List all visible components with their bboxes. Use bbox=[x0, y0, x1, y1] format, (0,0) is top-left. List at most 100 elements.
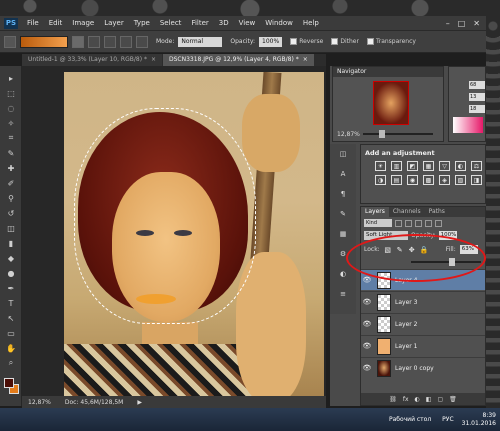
linear-gradient-button[interactable] bbox=[72, 35, 84, 48]
menu-help[interactable]: Help bbox=[298, 19, 324, 27]
layer-name[interactable]: Layer 2 bbox=[395, 321, 417, 328]
layer-row[interactable]: 👁 Layer 0 copy bbox=[361, 357, 485, 378]
transparency-option[interactable]: Transparency bbox=[366, 38, 416, 45]
foreground-color-swatch[interactable] bbox=[4, 378, 14, 388]
adjustment-icon[interactable]: ☀ bbox=[375, 161, 386, 171]
navigator-zoom-slider[interactable] bbox=[363, 133, 433, 135]
menu-select[interactable]: Select bbox=[155, 19, 187, 27]
close-button[interactable]: ✕ bbox=[473, 19, 480, 28]
status-menu-arrow-icon[interactable]: ▶ bbox=[137, 399, 142, 406]
marquee-icon[interactable]: ⬚ bbox=[4, 87, 18, 99]
navigator-title[interactable]: Navigator bbox=[333, 67, 443, 77]
gradient-picker[interactable] bbox=[20, 35, 68, 48]
type-filter-icon[interactable] bbox=[415, 219, 422, 227]
eyedropper-icon[interactable]: ✎ bbox=[4, 147, 18, 159]
canvas-area[interactable] bbox=[22, 66, 326, 396]
panel-toggle-icon[interactable]: ◐ bbox=[337, 270, 349, 280]
info-value-r[interactable]: 68 bbox=[469, 81, 485, 89]
menu-layer[interactable]: Layer bbox=[99, 19, 129, 27]
info-value-b[interactable]: 18 bbox=[469, 105, 485, 113]
shape-filter-icon[interactable] bbox=[425, 219, 432, 227]
tool-preset-picker[interactable] bbox=[4, 35, 16, 48]
panel-toggle-icon[interactable]: A bbox=[337, 170, 349, 180]
menu-filter[interactable]: Filter bbox=[186, 19, 213, 27]
adjustment-icon[interactable]: ▦ bbox=[423, 161, 434, 171]
reflected-gradient-button[interactable] bbox=[120, 35, 132, 48]
hand-icon[interactable]: ✋ bbox=[4, 342, 18, 354]
tab-untitled-1[interactable]: Untitled-1 @ 33,3% (Layer 10, RGB/8) * × bbox=[22, 54, 162, 66]
menu-window[interactable]: Window bbox=[260, 19, 298, 27]
close-icon[interactable]: × bbox=[303, 56, 308, 63]
lasso-icon[interactable]: ◌ bbox=[4, 102, 18, 114]
close-icon[interactable]: × bbox=[151, 56, 156, 63]
blur-icon[interactable]: ◆ bbox=[4, 252, 18, 264]
layer-mask-icon[interactable]: ◐ bbox=[415, 396, 420, 403]
system-clock[interactable]: 8:39 31.01.2016 bbox=[462, 412, 496, 428]
path-select-icon[interactable]: ↖ bbox=[4, 312, 18, 324]
menu-edit[interactable]: Edit bbox=[44, 19, 68, 27]
desktop-toolbar[interactable]: Рабочий стол bbox=[386, 416, 434, 423]
quick-select-icon[interactable]: ✧ bbox=[4, 117, 18, 129]
document-photo[interactable] bbox=[64, 72, 324, 396]
layer-row[interactable]: 👁 Layer 1 bbox=[361, 335, 485, 356]
navigator-zoom[interactable]: 12,87% bbox=[337, 131, 360, 138]
panel-toggle-icon[interactable]: ¶ bbox=[337, 190, 349, 200]
adjustment-icon[interactable]: ▥ bbox=[391, 161, 402, 171]
adjustment-icon[interactable]: ◑ bbox=[375, 175, 386, 185]
language-indicator[interactable]: РУС bbox=[439, 416, 456, 423]
crop-icon[interactable]: ⌗ bbox=[4, 132, 18, 144]
opacity-field[interactable]: 100% bbox=[259, 36, 283, 47]
tab-layers[interactable]: Layers bbox=[361, 207, 389, 217]
menu-3d[interactable]: 3D bbox=[214, 19, 234, 27]
tab-dscn3318[interactable]: DSCN3318.JPG @ 12,9% (Layer 4, RGB/8) * × bbox=[162, 54, 314, 66]
adjustment-icon[interactable]: ▤ bbox=[391, 175, 402, 185]
panel-toggle-icon[interactable]: ≡ bbox=[337, 290, 349, 300]
move-icon[interactable]: ▸ bbox=[4, 72, 18, 84]
minimize-button[interactable]: – bbox=[446, 19, 450, 28]
adjustment-layer-icon[interactable]: ◧ bbox=[426, 396, 432, 403]
history-brush-icon[interactable]: ↺ bbox=[4, 207, 18, 219]
type-icon[interactable]: T bbox=[4, 297, 18, 309]
adjustment-icon[interactable]: ▽ bbox=[439, 161, 450, 171]
reverse-option[interactable]: Reverse bbox=[290, 38, 323, 45]
visibility-eye-icon[interactable]: 👁 bbox=[361, 276, 373, 284]
layer-thumbnail[interactable] bbox=[377, 315, 391, 333]
eraser-icon[interactable]: ◫ bbox=[4, 222, 18, 234]
layer-thumbnail[interactable] bbox=[377, 359, 391, 377]
layer-name[interactable]: Layer 0 copy bbox=[395, 365, 434, 372]
link-layers-icon[interactable]: ⛓ bbox=[389, 396, 397, 403]
visibility-eye-icon[interactable]: 👁 bbox=[361, 342, 373, 350]
shape-icon[interactable]: ▭ bbox=[4, 327, 18, 339]
adjustment-icon[interactable]: ◉ bbox=[407, 175, 418, 185]
dither-option[interactable]: Dither bbox=[331, 38, 359, 45]
angle-gradient-button[interactable] bbox=[104, 35, 116, 48]
adjustment-icon[interactable]: ▩ bbox=[423, 175, 434, 185]
panel-toggle-icon[interactable]: ▦ bbox=[337, 230, 349, 240]
adjustment-icon[interactable]: ⚖ bbox=[471, 161, 482, 171]
visibility-eye-icon[interactable]: 👁 bbox=[361, 320, 373, 328]
adjustment-icon[interactable]: ◨ bbox=[471, 175, 482, 185]
navigator-zoom-knob[interactable] bbox=[379, 130, 385, 138]
layer-thumbnail[interactable] bbox=[377, 337, 391, 355]
dither-checkbox[interactable] bbox=[331, 38, 339, 45]
healing-icon[interactable]: ✚ bbox=[4, 162, 18, 174]
fx-icon[interactable]: fx bbox=[403, 396, 409, 403]
transparency-checkbox[interactable] bbox=[366, 38, 374, 45]
maximize-button[interactable]: □ bbox=[458, 19, 466, 28]
layer-thumbnail[interactable] bbox=[377, 293, 391, 311]
navigator-thumbnail[interactable] bbox=[373, 81, 409, 125]
visibility-eye-icon[interactable]: 👁 bbox=[361, 364, 373, 372]
gradient-icon[interactable]: ▮ bbox=[4, 237, 18, 249]
radial-gradient-button[interactable] bbox=[88, 35, 100, 48]
layer-row[interactable]: 👁 Layer 2 bbox=[361, 313, 485, 334]
tab-channels[interactable]: Channels bbox=[389, 207, 425, 217]
smart-object-filter-icon[interactable] bbox=[435, 219, 442, 227]
kind-filter-select[interactable]: Kind bbox=[364, 219, 392, 227]
tab-paths[interactable]: Paths bbox=[425, 207, 449, 217]
menu-view[interactable]: View bbox=[234, 19, 261, 27]
menu-file[interactable]: File bbox=[22, 19, 44, 27]
brush-icon[interactable]: ✐ bbox=[4, 177, 18, 189]
zoom-icon[interactable]: ⌕ bbox=[4, 357, 18, 369]
adjustment-icon[interactable]: ◈ bbox=[439, 175, 450, 185]
layer-name[interactable]: Layer 1 bbox=[395, 343, 417, 350]
